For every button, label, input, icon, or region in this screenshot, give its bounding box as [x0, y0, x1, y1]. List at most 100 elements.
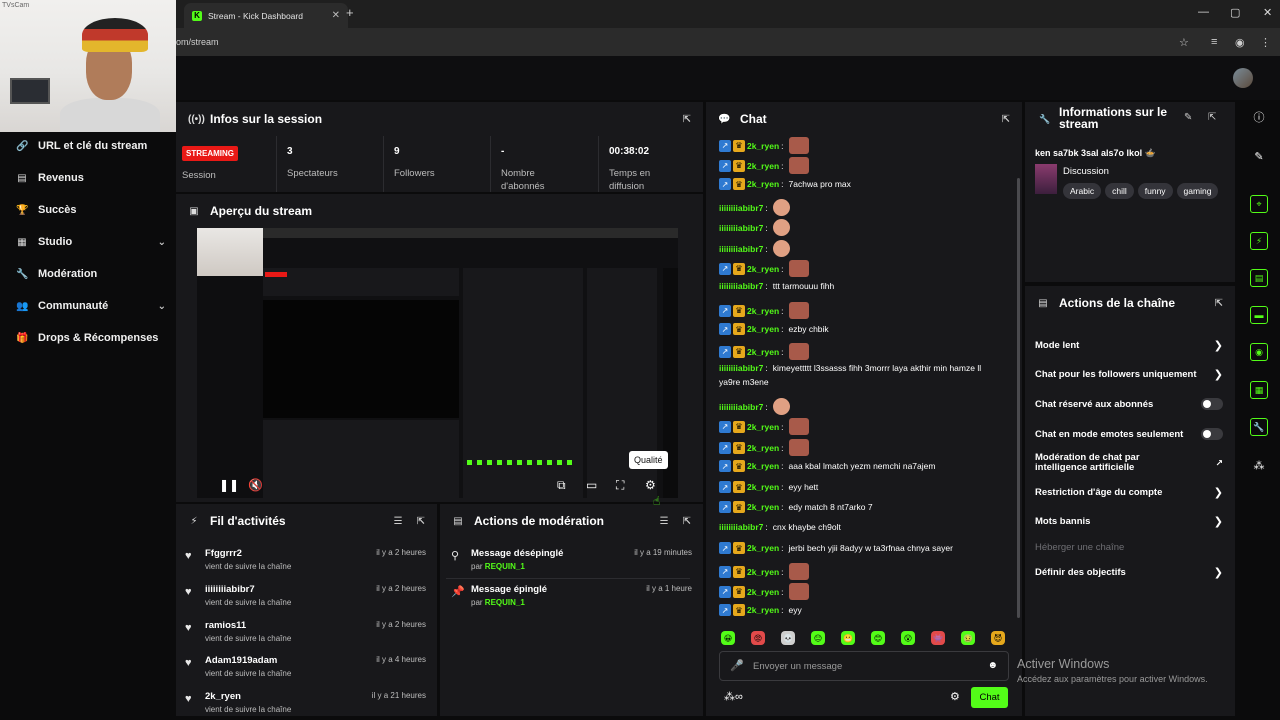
new-tab-button[interactable]: + [346, 5, 354, 20]
chat-settings-icon[interactable]: ⚙ [950, 690, 960, 703]
close-window-button[interactable]: ✕ [1263, 6, 1272, 19]
photo-emote-icon[interactable] [788, 157, 809, 174]
fullscreen-icon[interactable]: ⛶ [616, 478, 624, 493]
tag[interactable]: chill [1105, 183, 1134, 199]
pause-icon[interactable]: ❚❚ [219, 478, 239, 492]
chat-username[interactable]: 2k_ryen [747, 543, 779, 553]
subscribers-only-toggle[interactable] [1201, 398, 1223, 410]
browser-menu-icon[interactable]: ⋮ [1260, 36, 1271, 49]
stream-preview-video[interactable] [197, 228, 678, 498]
chat-users-icon[interactable]: ⁂∞ [724, 690, 743, 703]
chat-username[interactable]: 2k_ryen [747, 161, 779, 171]
chat-username[interactable]: 2k_ryen [747, 482, 779, 492]
chat-bubble-icon[interactable]: ▬ [1250, 306, 1268, 324]
settings-gear-icon[interactable]: ⚙ [645, 478, 656, 492]
emote-icon[interactable]: 🤢 [961, 631, 975, 645]
tab-close-icon[interactable]: ✕ [332, 10, 340, 21]
emote-icon[interactable]: 😮 [901, 631, 915, 645]
chat-username[interactable]: 2k_ryen [747, 324, 779, 334]
moderator-name[interactable]: REQUIN_1 [485, 562, 525, 571]
popout-icon[interactable]: ⇱ [1208, 112, 1216, 123]
chat-username[interactable]: 2k_ryen [747, 141, 779, 151]
photo-emote-icon[interactable] [788, 418, 809, 435]
emote-icon[interactable]: 😬 [841, 631, 855, 645]
emote-icon[interactable]: 👾 [931, 631, 945, 645]
filter-icon[interactable]: ☰ [660, 516, 669, 527]
clipboard-icon[interactable]: ▤ [1250, 269, 1268, 287]
edit-pencil-icon[interactable]: ✎ [1184, 112, 1192, 123]
media-queue-icon[interactable]: ≡ [1211, 36, 1217, 48]
face-emote-icon[interactable] [772, 199, 790, 216]
chat-username[interactable]: 2k_ryen [747, 264, 779, 274]
photo-emote-icon[interactable] [788, 302, 809, 319]
theater-mode-icon[interactable]: ▭ [586, 478, 597, 492]
emote-icon[interactable]: 😡 [751, 631, 765, 645]
emote-only-toggle[interactable] [1201, 428, 1223, 440]
sidebar-item-communaute[interactable]: 👥 Communauté ⌄ [16, 300, 166, 312]
category-name[interactable]: Discussion [1063, 166, 1109, 177]
tag[interactable]: funny [1137, 183, 1173, 199]
ai-moderation-row[interactable]: Modération de chat par intelligence arti… [1035, 453, 1223, 473]
send-chat-button[interactable]: Chat [971, 687, 1008, 708]
emoji-picker-icon[interactable]: ☻ [987, 660, 998, 671]
profile-icon[interactable]: ◉ [1235, 36, 1245, 49]
avatar[interactable] [1233, 68, 1253, 88]
filter-icon[interactable]: ☰ [394, 516, 403, 527]
photo-emote-icon[interactable] [788, 563, 809, 580]
emote-icon[interactable]: 💀 [781, 631, 795, 645]
maximize-button[interactable]: ▢ [1230, 6, 1240, 19]
slow-mode-row[interactable]: Mode lent ❯ [1035, 339, 1223, 352]
sidebar-item-url[interactable]: 🔗 URL et clé du stream [16, 140, 166, 152]
followers-only-row[interactable]: Chat pour les followers uniquement ❯ [1035, 368, 1223, 381]
chat-username[interactable]: iiiiiiiiabibr7 [719, 402, 763, 412]
chat-username[interactable]: 2k_ryen [747, 443, 779, 453]
emote-icon[interactable]: 😈 [991, 631, 1005, 645]
chat-username[interactable]: iiiiiiiiabibr7 [719, 244, 763, 254]
photo-emote-icon[interactable] [788, 137, 809, 154]
tag[interactable]: Arabic [1063, 183, 1102, 199]
picture-in-picture-icon[interactable]: ⧉ [557, 478, 566, 493]
sidebar-item-studio[interactable]: ▦ Studio ⌄ [16, 236, 166, 248]
chat-username[interactable]: 2k_ryen [747, 179, 779, 189]
sidebar-item-succes[interactable]: 🏆 Succès [16, 204, 166, 216]
chat-username[interactable]: 2k_ryen [747, 461, 779, 471]
age-restriction-row[interactable]: Restriction d'âge du compte ❯ [1035, 486, 1223, 499]
emote-icon[interactable]: 😀 [721, 631, 735, 645]
sidebar-item-revenus[interactable]: ▤ Revenus [16, 172, 166, 184]
face-emote-icon[interactable] [772, 398, 790, 415]
minimize-button[interactable]: — [1198, 6, 1209, 18]
chat-username[interactable]: 2k_ryen [747, 567, 779, 577]
popout-icon[interactable]: ⇱ [1215, 298, 1223, 309]
moderator-name[interactable]: REQUIN_1 [485, 598, 525, 607]
photo-emote-icon[interactable] [788, 583, 809, 600]
popout-icon[interactable]: ⇱ [417, 516, 425, 527]
photo-emote-icon[interactable] [788, 260, 809, 277]
tag[interactable]: gaming [1176, 183, 1219, 199]
popout-icon[interactable]: ⇱ [683, 516, 691, 527]
chat-username[interactable]: iiiiiiiiabibr7 [719, 522, 763, 532]
chat-username[interactable]: iiiiiiiiabibr7 [719, 223, 763, 233]
face-emote-icon[interactable] [772, 240, 790, 257]
url-text[interactable]: om/stream [176, 37, 219, 47]
clip-icon[interactable]: ⌖ [1250, 195, 1268, 213]
microphone-icon[interactable]: 🎤 [730, 659, 744, 672]
chat-username[interactable]: 2k_ryen [747, 502, 779, 512]
mute-icon[interactable]: 🔇 [248, 478, 263, 492]
chat-username[interactable]: iiiiiiiiabibr7 [719, 203, 763, 213]
edit-pencil-icon[interactable]: ✎ [1250, 147, 1268, 165]
lightning-icon[interactable]: ⚡ [1250, 232, 1268, 250]
emote-icon[interactable]: 😊 [871, 631, 885, 645]
chat-username[interactable]: 2k_ryen [747, 587, 779, 597]
wrench-icon[interactable]: 🔧 [1250, 418, 1268, 436]
chat-username[interactable]: iiiiiiiiabibr7 [719, 363, 763, 373]
chat-scrollbar[interactable] [1017, 178, 1020, 618]
info-icon[interactable]: ⓘ [1250, 108, 1268, 126]
users-icon[interactable]: ⁂ [1250, 456, 1268, 474]
broadcast-icon[interactable]: ◉ [1250, 343, 1268, 361]
chat-username[interactable]: 2k_ryen [747, 347, 779, 357]
sidebar-item-moderation[interactable]: 🔧 Modération [16, 268, 166, 280]
chat-username[interactable]: 2k_ryen [747, 306, 779, 316]
chat-username[interactable]: 2k_ryen [747, 605, 779, 615]
set-goals-row[interactable]: Définir des objectifs ❯ [1035, 566, 1223, 579]
browser-tab[interactable]: K Stream - Kick Dashboard ✕ [184, 3, 348, 28]
